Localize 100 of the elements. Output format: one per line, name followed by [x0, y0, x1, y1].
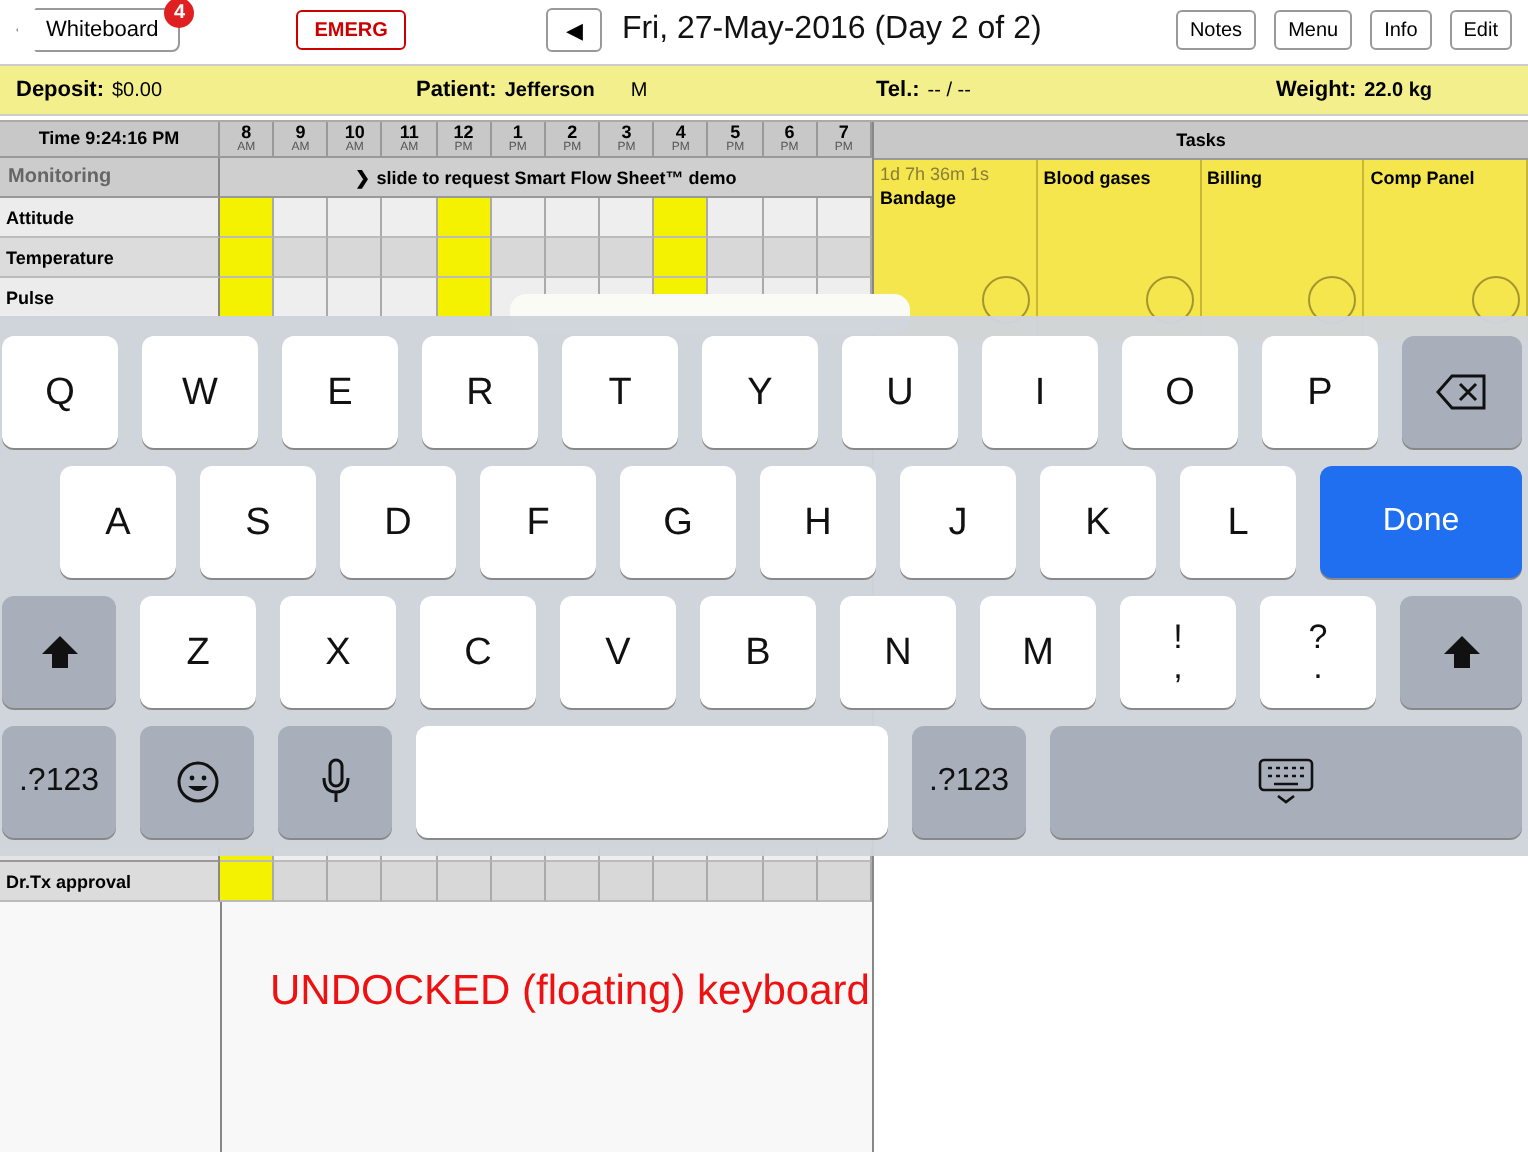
space-key[interactable] — [416, 726, 888, 838]
letter-key[interactable]: X — [280, 596, 396, 708]
letter-key[interactable]: O — [1122, 336, 1238, 448]
toolbar-button[interactable]: Menu — [1274, 10, 1353, 50]
grid-cell[interactable] — [382, 198, 438, 238]
grid-cell[interactable] — [437, 278, 492, 318]
grid-cell[interactable] — [545, 198, 601, 238]
row-label: Pulse — [0, 278, 220, 318]
grid-cell[interactable] — [437, 238, 492, 278]
grid-cell[interactable] — [382, 278, 438, 318]
grid-cell[interactable] — [600, 198, 655, 238]
letter-key[interactable]: A — [60, 466, 176, 578]
letter-key[interactable]: U — [842, 336, 958, 448]
grid-cell[interactable] — [274, 278, 329, 318]
grid-cell[interactable] — [491, 238, 546, 278]
grid-cell[interactable] — [491, 862, 546, 902]
grid-cell[interactable] — [491, 198, 546, 238]
grid-cell[interactable] — [708, 238, 764, 278]
grid-cell[interactable] — [437, 862, 492, 902]
emoji-key[interactable] — [140, 726, 254, 838]
letter-key[interactable]: E — [282, 336, 398, 448]
grid-cell[interactable] — [382, 238, 438, 278]
letter-key[interactable]: B — [700, 596, 816, 708]
letter-key[interactable]: P — [1262, 336, 1378, 448]
grid-cell[interactable] — [545, 238, 601, 278]
letter-key[interactable]: N — [840, 596, 956, 708]
numbers-key[interactable]: .?123 — [912, 726, 1026, 838]
task-timer: 1d 7h 36m 1s — [880, 164, 992, 184]
punctuation-key[interactable]: ! , — [1120, 596, 1236, 708]
microphone-icon — [319, 758, 351, 806]
shift-key[interactable] — [1400, 596, 1522, 708]
date-title: Fri, 27-May-2016 (Day 2 of 2) — [621, 12, 1042, 48]
demo-banner[interactable]: ❯ slide to request Smart Flow Sheet™ demo — [220, 158, 872, 198]
grid-cell[interactable] — [600, 862, 655, 902]
grid-cell[interactable] — [274, 862, 329, 902]
shift-key[interactable] — [2, 596, 116, 708]
grid-cell[interactable] — [274, 238, 329, 278]
letter-key[interactable]: V — [560, 596, 676, 708]
letter-key[interactable]: S — [200, 466, 316, 578]
letter-key[interactable]: Q — [2, 336, 118, 448]
info-label: Weight: — [1276, 78, 1357, 102]
grid-cell[interactable] — [654, 862, 709, 902]
grid-cell[interactable] — [220, 238, 275, 278]
shift-icon — [39, 634, 79, 670]
hide-keyboard-key[interactable] — [1050, 726, 1522, 838]
grid-cell[interactable] — [328, 198, 383, 238]
grid-cell[interactable] — [817, 198, 872, 238]
keyboard-hide-icon — [1258, 758, 1314, 806]
grid-cell[interactable] — [437, 198, 492, 238]
grid-cell[interactable] — [220, 278, 275, 318]
grid-cell[interactable] — [708, 862, 764, 902]
letter-key[interactable]: K — [1040, 466, 1156, 578]
grid-cell[interactable] — [763, 238, 818, 278]
grid-cell[interactable] — [328, 862, 383, 902]
letter-key[interactable]: D — [340, 466, 456, 578]
grid-cell[interactable] — [817, 238, 872, 278]
numbers-key[interactable]: .?123 — [2, 726, 116, 838]
grid-cell[interactable] — [708, 198, 764, 238]
emergency-button[interactable]: EMERG — [296, 10, 406, 50]
letter-key[interactable]: T — [562, 336, 678, 448]
letter-key[interactable]: F — [480, 466, 596, 578]
dictation-key[interactable] — [278, 726, 392, 838]
grid-cell[interactable] — [220, 862, 275, 902]
backspace-key[interactable] — [1402, 336, 1522, 448]
grid-cell[interactable] — [545, 862, 601, 902]
tasks-header: Tasks — [874, 122, 1528, 160]
task-name: Billing — [1207, 168, 1264, 188]
letter-key[interactable]: J — [900, 466, 1016, 578]
time-header: Time 9:24:16 PM — [0, 122, 220, 158]
grid-cell[interactable] — [763, 198, 818, 238]
letter-key[interactable]: C — [420, 596, 536, 708]
letter-key[interactable]: Y — [702, 336, 818, 448]
previous-day-button[interactable]: ◀ — [545, 8, 602, 52]
punctuation-key[interactable]: ? . — [1260, 596, 1376, 708]
grid-cell[interactable] — [382, 862, 438, 902]
grid-cell[interactable] — [220, 198, 275, 238]
letter-key[interactable]: Z — [140, 596, 256, 708]
grid-cell[interactable] — [328, 238, 383, 278]
toolbar-button[interactable]: Info — [1370, 10, 1432, 50]
letter-key[interactable]: M — [980, 596, 1096, 708]
letter-key[interactable]: R — [422, 336, 538, 448]
letter-key[interactable]: G — [620, 466, 736, 578]
grid-cell[interactable] — [654, 238, 709, 278]
grid-cell[interactable] — [763, 862, 818, 902]
info-value: 22.0 kg — [1364, 80, 1433, 102]
done-key[interactable]: Done — [1320, 466, 1522, 578]
grid-cell[interactable] — [817, 862, 872, 902]
info-label: Deposit: — [16, 78, 104, 102]
grid-cell[interactable] — [600, 238, 655, 278]
grid-cell[interactable] — [328, 278, 383, 318]
letter-key[interactable]: L — [1180, 466, 1296, 578]
toolbar-button[interactable]: Edit — [1449, 10, 1512, 50]
grid-cell[interactable] — [654, 198, 709, 238]
letter-key[interactable]: H — [760, 466, 876, 578]
emoji-icon — [175, 760, 219, 804]
task-name: Blood gases — [1043, 168, 1153, 188]
letter-key[interactable]: W — [142, 336, 258, 448]
grid-cell[interactable] — [274, 198, 329, 238]
letter-key[interactable]: I — [982, 336, 1098, 448]
toolbar-button[interactable]: Notes — [1175, 10, 1257, 50]
